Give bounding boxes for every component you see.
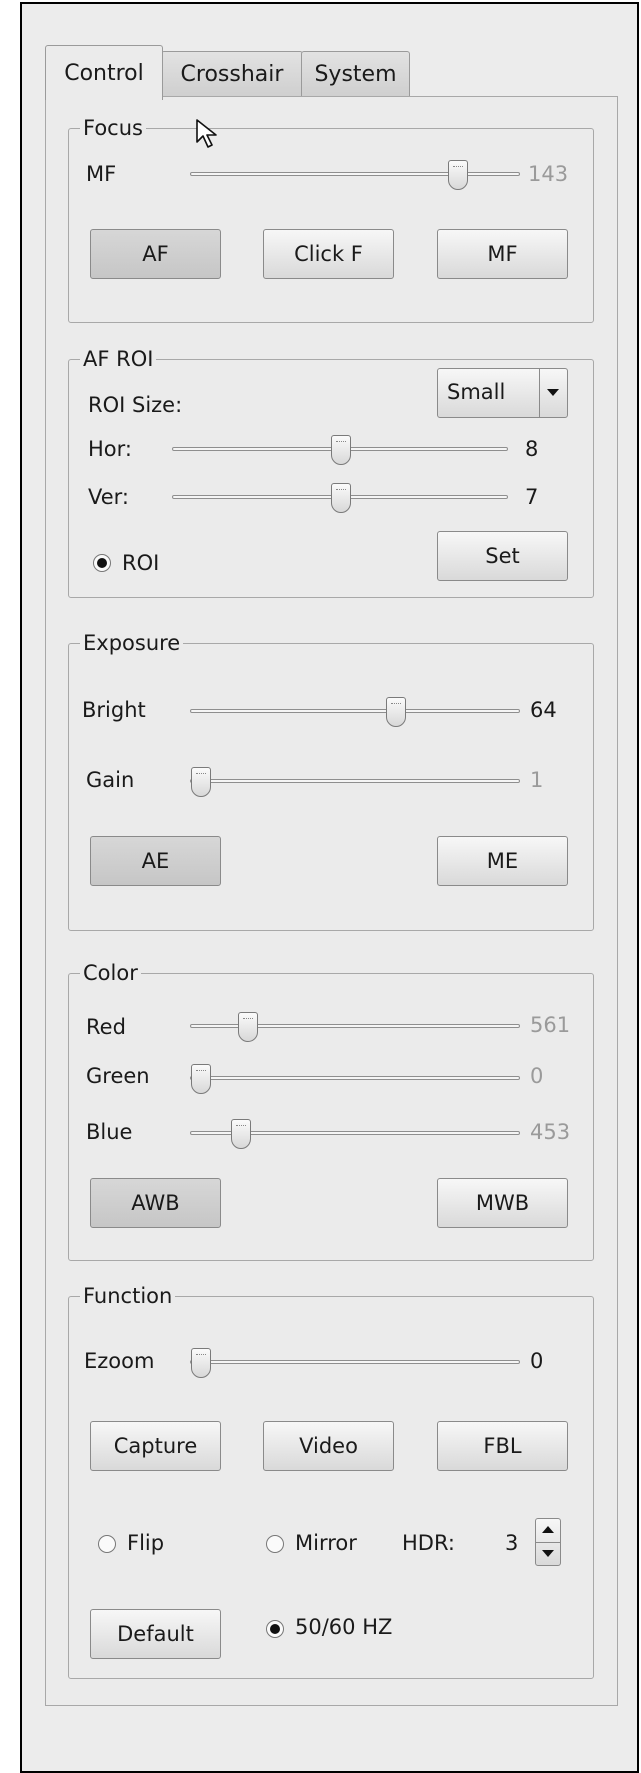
mf-slider-handle[interactable] <box>448 160 469 190</box>
hz-radio-label: 50/60 HZ <box>295 1615 393 1639</box>
combobox-separator <box>539 369 540 417</box>
bright-slider[interactable] <box>190 697 520 727</box>
flip-radio-label: Flip <box>127 1531 165 1555</box>
chevron-down-icon[interactable] <box>547 389 559 396</box>
mf-slider-label: MF <box>86 162 117 186</box>
red-slider-handle[interactable] <box>237 1012 258 1042</box>
green-value: 0 <box>530 1064 544 1088</box>
mf-button[interactable]: MF <box>437 229 568 279</box>
ae-button[interactable]: AE <box>90 836 221 886</box>
mirror-radio[interactable] <box>266 1535 284 1553</box>
color-group-title: Color <box>80 960 141 986</box>
hdr-value: 3 <box>505 1531 519 1555</box>
ver-value: 7 <box>525 485 539 509</box>
roi-size-value: Small <box>447 380 506 404</box>
mf-slider[interactable] <box>190 160 520 190</box>
mwb-button[interactable]: MWB <box>437 1178 568 1228</box>
gain-slider[interactable] <box>190 767 520 797</box>
green-slider[interactable] <box>190 1064 520 1094</box>
awb-button[interactable]: AWB <box>90 1178 221 1228</box>
red-slider-label: Red <box>86 1015 126 1039</box>
blue-slider-label: Blue <box>86 1120 133 1144</box>
roi-size-label: ROI Size: <box>88 393 183 417</box>
roi-radio[interactable] <box>93 554 111 572</box>
ver-slider[interactable] <box>172 483 508 513</box>
mirror-radio-label: Mirror <box>295 1531 357 1555</box>
hor-slider-label: Hor: <box>88 437 132 461</box>
fbl-button[interactable]: FBL <box>437 1421 568 1471</box>
arrow-down-icon[interactable] <box>536 1542 560 1565</box>
ver-slider-label: Ver: <box>88 485 129 509</box>
roi-size-combobox[interactable]: Small <box>437 368 568 418</box>
bright-value: 64 <box>530 698 557 722</box>
ezoom-slider-handle[interactable] <box>191 1348 211 1378</box>
af-button[interactable]: AF <box>90 229 221 279</box>
red-slider[interactable] <box>190 1012 520 1042</box>
video-button[interactable]: Video <box>263 1421 394 1471</box>
hz-radio[interactable] <box>266 1620 284 1638</box>
arrow-up-icon[interactable] <box>536 1519 560 1543</box>
default-button[interactable]: Default <box>90 1609 221 1659</box>
mf-value: 143 <box>528 162 569 186</box>
tab-control[interactable]: Control <box>45 45 163 100</box>
blue-value: 453 <box>530 1120 571 1144</box>
flip-radio[interactable] <box>98 1535 116 1553</box>
capture-button[interactable]: Capture <box>90 1421 221 1471</box>
bright-slider-handle[interactable] <box>386 697 407 727</box>
tab-system[interactable]: System <box>301 51 410 96</box>
bright-slider-label: Bright <box>82 698 146 722</box>
blue-slider-handle[interactable] <box>231 1119 252 1149</box>
ezoom-slider[interactable] <box>190 1348 520 1378</box>
hor-slider-handle[interactable] <box>331 435 351 465</box>
hdr-spinbox[interactable] <box>535 1518 561 1566</box>
function-group-title: Function <box>80 1283 176 1309</box>
focus-group: Focus <box>68 115 594 323</box>
blue-slider[interactable] <box>190 1119 520 1149</box>
gain-value: 1 <box>530 768 544 792</box>
ver-slider-handle[interactable] <box>331 483 351 513</box>
ezoom-slider-label: Ezoom <box>84 1349 155 1373</box>
click-focus-button[interactable]: Click F <box>263 229 394 279</box>
hdr-label: HDR: <box>402 1531 455 1555</box>
roi-radio-label: ROI <box>122 551 160 575</box>
me-button[interactable]: ME <box>437 836 568 886</box>
green-slider-handle[interactable] <box>191 1064 211 1094</box>
red-value: 561 <box>530 1013 571 1037</box>
green-slider-label: Green <box>86 1064 150 1088</box>
ezoom-value: 0 <box>530 1349 544 1373</box>
hor-slider[interactable] <box>172 435 508 465</box>
gain-slider-label: Gain <box>86 768 135 792</box>
tab-crosshair[interactable]: Crosshair <box>161 51 303 96</box>
exposure-group: Exposure <box>68 630 594 931</box>
hor-value: 8 <box>525 437 539 461</box>
mouse-pointer-icon <box>196 119 217 148</box>
exposure-group-title: Exposure <box>80 630 184 656</box>
gain-slider-handle[interactable] <box>191 767 211 797</box>
focus-group-title: Focus <box>80 115 146 141</box>
af-roi-group-title: AF ROI <box>80 346 157 372</box>
set-button[interactable]: Set <box>437 531 568 581</box>
